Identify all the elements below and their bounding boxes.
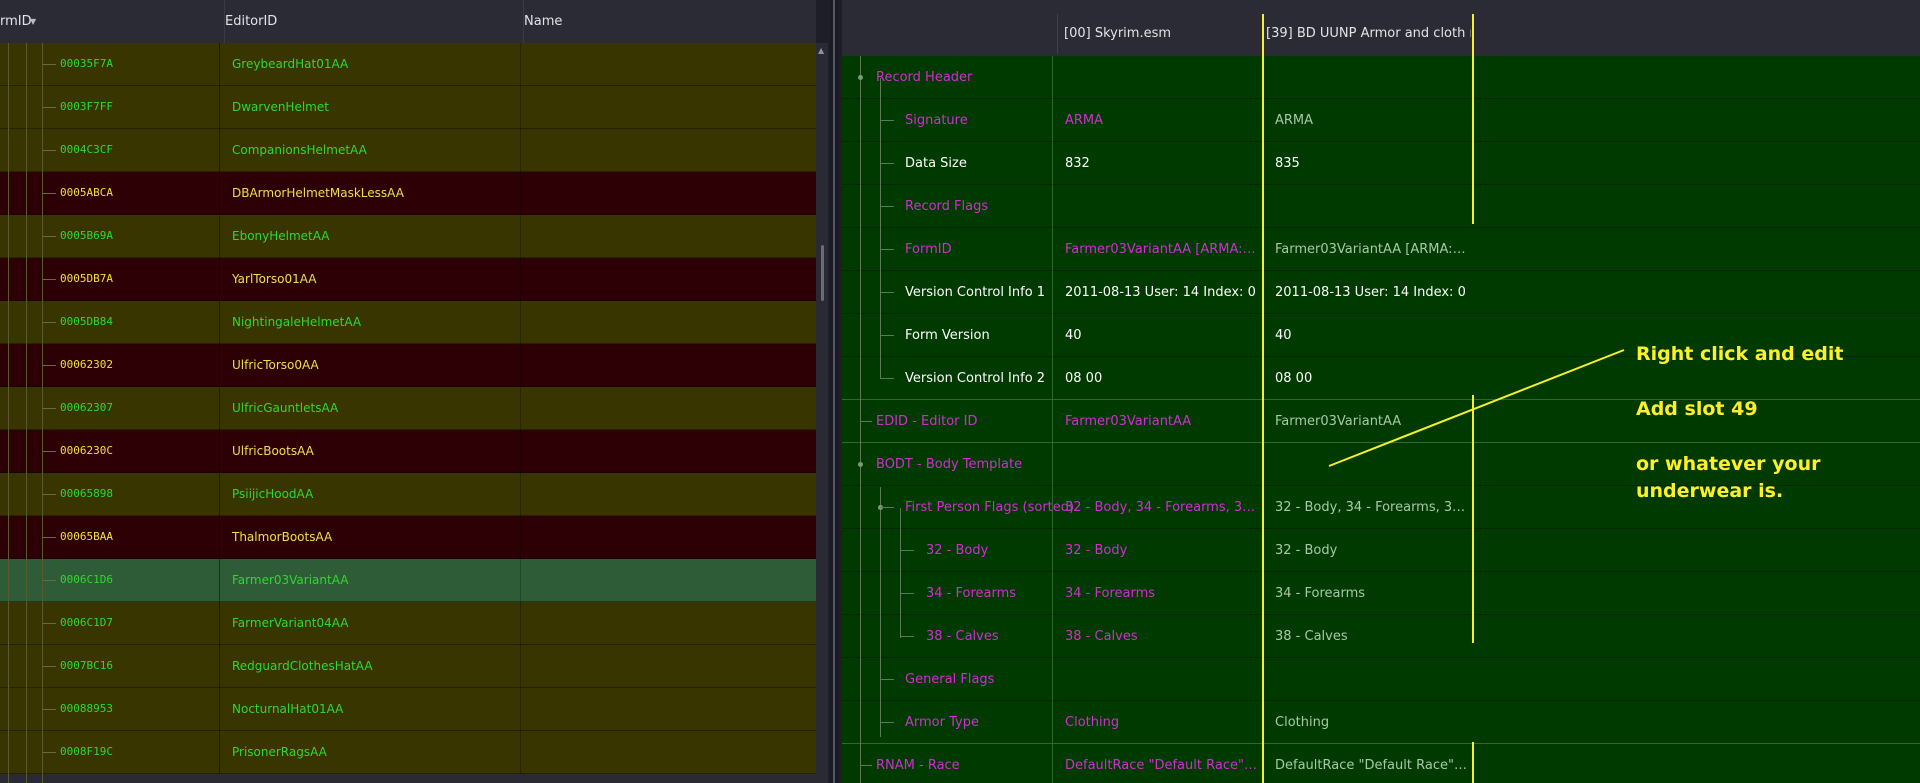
record-editorid: DBArmorHelmetMaskLessAA: [232, 186, 404, 200]
record-editorid: DwarvenHelmet: [232, 100, 329, 114]
column-header-editorid-label: EditorID: [225, 14, 278, 29]
record-row[interactable]: 0005B69A EbonyHelmetAA: [0, 215, 816, 258]
column-header-formid-label: rmID: [0, 14, 32, 29]
record-row[interactable]: 0004C3CF CompanionsHelmetAA: [0, 129, 816, 172]
tree-tick: [900, 593, 914, 594]
column-header-editorid[interactable]: EditorID: [224, 0, 521, 43]
tree-guide-line: [8, 43, 9, 783]
record-editorid: NightingaleHelmetAA: [232, 315, 362, 329]
tree-tick: [880, 163, 894, 164]
annotation-text-4: underwear is.: [1636, 480, 1784, 502]
record-editorid: RedguardClothesHatAA: [232, 659, 373, 673]
tree-tick: [880, 249, 894, 250]
record-formid: 0006C1D6: [60, 573, 113, 586]
record-formid: 0005B69A: [60, 229, 113, 242]
record-view-pane: [00] Skyrim.esm [39] BD UUNP Armor and c…: [842, 0, 1920, 783]
tree-tick: [880, 378, 894, 379]
record-list-header: rmID ▼ EditorID Name: [0, 0, 816, 44]
record-row[interactable]: 0006C1D6 Farmer03VariantAA: [0, 559, 816, 602]
record-editorid: PsiijicHoodAA: [232, 487, 314, 501]
annotation-text-3: or whatever your: [1636, 453, 1821, 475]
tree-guide-line: [880, 487, 881, 737]
record-editorid: UlfricTorso0AA: [232, 358, 319, 372]
record-formid: 00065BAA: [60, 530, 113, 543]
record-row[interactable]: 0008F19C PrisonerRagsAA: [0, 731, 816, 774]
tree-tick: [880, 722, 894, 723]
record-formid: 00088953: [60, 702, 113, 715]
record-row[interactable]: 0007BC16 RedguardClothesHatAA: [0, 645, 816, 688]
record-list-pane: rmID ▼ EditorID Name 00035F7A GreybeardHa…: [0, 0, 816, 783]
record-editorid: UlfricBootsAA: [232, 444, 314, 458]
tree-tick: [880, 206, 894, 207]
record-row[interactable]: 00035F7A GreybeardHat01AA: [0, 43, 816, 86]
record-row[interactable]: 0005DB7A YarlTorso01AA: [0, 258, 816, 301]
record-editorid: Farmer03VariantAA: [232, 573, 349, 587]
record-formid: 00065898: [60, 487, 113, 500]
record-row[interactable]: 00065898 PsiijicHoodAA: [0, 473, 816, 516]
record-editorid: GreybeardHat01AA: [232, 57, 349, 71]
column-header-name[interactable]: Name: [523, 0, 816, 43]
tree-tick: [880, 335, 894, 336]
tree-guide-line: [860, 56, 861, 783]
expand-node-icon: [858, 75, 863, 80]
pane-splitter[interactable]: [830, 0, 838, 783]
record-formid: 00035F7A: [60, 57, 113, 70]
expand-node-icon: [858, 462, 863, 467]
record-editorid: CompanionsHelmetAA: [232, 143, 367, 157]
column-header-formid[interactable]: rmID ▼: [0, 0, 219, 43]
record-row[interactable]: 0006230C UlfricBootsAA: [0, 430, 816, 473]
record-row[interactable]: 0005ABCA DBArmorHelmetMaskLessAA: [0, 172, 816, 215]
annotation-arrow: [1328, 349, 1625, 467]
record-editorid: ThalmorBootsAA: [232, 530, 333, 544]
record-row[interactable]: 0005DB84 NightingaleHelmetAA: [0, 301, 816, 344]
tree-tick: [880, 507, 894, 508]
scroll-up-icon[interactable]: ▲: [818, 47, 826, 55]
record-list-scrollbar[interactable]: [816, 43, 828, 783]
record-editorid: NocturnalHat01AA: [232, 702, 344, 716]
record-formid: 0005DB7A: [60, 272, 113, 285]
tree-guide-line: [880, 78, 881, 378]
tree-tick: [880, 679, 894, 680]
tree-guide-line: [42, 43, 43, 783]
sort-arrow-icon: ▼: [30, 17, 37, 26]
record-editorid: PrisonerRagsAA: [232, 745, 327, 759]
record-formid: 0006C1D7: [60, 616, 113, 629]
record-formid: 00062302: [60, 358, 113, 371]
record-list-scroll-thumb[interactable]: [821, 245, 824, 301]
tree-guide-line: [900, 508, 901, 638]
record-formid: 0004C3CF: [60, 143, 113, 156]
record-formid: 0005ABCA: [60, 186, 113, 199]
tree-tick: [880, 120, 894, 121]
record-row[interactable]: 00062302 UlfricTorso0AA: [0, 344, 816, 387]
record-formid: 0006230C: [60, 444, 113, 457]
record-formid: 0003F7FF: [60, 100, 113, 113]
record-editorid: FarmerVariant04AA: [232, 616, 349, 630]
annotation-text-2: Add slot 49: [1636, 398, 1758, 420]
record-editorid: YarlTorso01AA: [232, 272, 317, 286]
record-formid: 0007BC16: [60, 659, 113, 672]
record-row[interactable]: 00088953 NocturnalHat01AA: [0, 688, 816, 731]
record-row[interactable]: 00062307 UlfricGauntletsAA: [0, 387, 816, 430]
tree-tick: [880, 292, 894, 293]
tree-tick: [900, 550, 914, 551]
record-formid: 0008F19C: [60, 745, 113, 758]
tree-tick: [860, 421, 872, 422]
tree-guide-line: [26, 43, 27, 783]
tree-tick: [900, 636, 914, 637]
annotation-text-1: Right click and edit: [1636, 343, 1844, 365]
record-formid: 00062307: [60, 401, 113, 414]
record-editorid: EbonyHelmetAA: [232, 229, 330, 243]
tree-tick: [860, 765, 872, 766]
record-editorid: UlfricGauntletsAA: [232, 401, 339, 415]
record-row[interactable]: 00065BAA ThalmorBootsAA: [0, 516, 816, 559]
record-row[interactable]: 0006C1D7 FarmerVariant04AA: [0, 602, 816, 645]
column-header-name-label: Name: [524, 14, 563, 29]
record-formid: 0005DB84: [60, 315, 113, 328]
record-row[interactable]: 0003F7FF DwarvenHelmet: [0, 86, 816, 129]
